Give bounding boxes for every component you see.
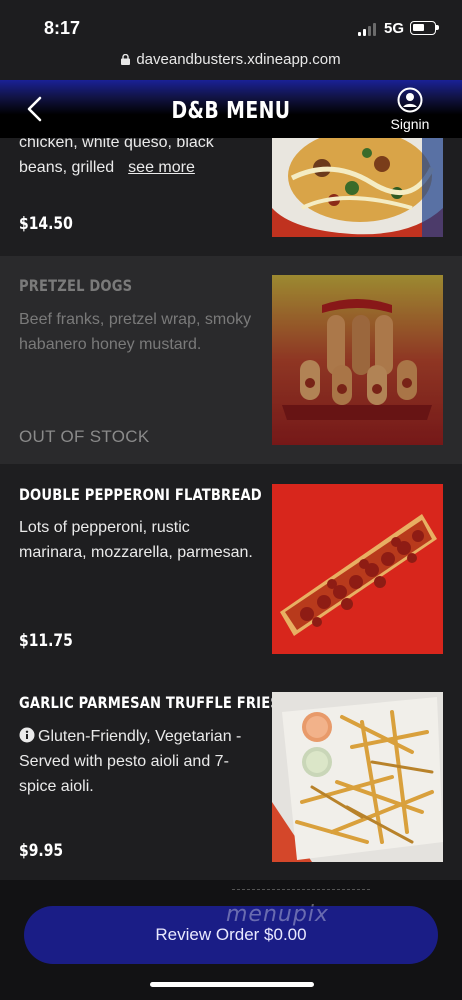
divider <box>232 889 370 890</box>
menu-item-pretzel-dogs[interactable]: PRETZEL DOGS Beef franks, pretzel wrap, … <box>0 256 462 464</box>
item-description: chicken, white queso, black beans, grill… <box>19 138 214 176</box>
menu-item-nachos[interactable]: chicken, white queso, black beans, grill… <box>0 138 462 256</box>
item-description: Beef franks, pretzel wrap, smoky habaner… <box>19 311 252 353</box>
battery-icon <box>410 21 439 35</box>
item-description: Gluten-Friendly, Vegetarian - Served wit… <box>19 726 242 795</box>
nachos-photo <box>272 138 443 237</box>
url-text: daveandbusters.xdineapp.com <box>136 51 341 68</box>
signin-button[interactable]: Signin <box>386 87 434 135</box>
page-title: D&B MENU <box>171 98 291 124</box>
status-time: 8:17 <box>44 18 81 38</box>
menu-item-pepperoni-flatbread[interactable]: DOUBLE PEPPERONI FLATBREAD Lots of peppe… <box>0 464 462 674</box>
item-name: PRETZEL DOGS <box>19 276 133 295</box>
status-bar: 8:17 5G <box>0 0 462 44</box>
see-more-link[interactable]: see more <box>128 159 195 176</box>
item-name: GARLIC PARMESAN TRUFFLE FRIES <box>19 693 280 712</box>
signin-label: Signin <box>390 116 430 132</box>
network-type: 5G <box>384 20 405 37</box>
watermark-logo: menupix <box>226 902 329 927</box>
lock-icon <box>121 54 131 65</box>
item-description: Lots of pepperoni, rustic marinara, mozz… <box>19 519 253 561</box>
info-icon <box>19 726 35 743</box>
signal-icon <box>358 22 378 36</box>
user-icon <box>397 87 423 113</box>
pepperoni-flatbread-photo <box>272 484 443 654</box>
item-price: $14.50 <box>19 214 73 234</box>
app-header: D&B MENU Signin <box>0 80 462 138</box>
truffle-fries-photo <box>272 692 443 862</box>
menu-list[interactable]: chicken, white queso, black beans, grill… <box>0 138 462 880</box>
menu-item-truffle-fries[interactable]: GARLIC PARMESAN TRUFFLE FRIES Gluten-Fri… <box>0 674 462 880</box>
url-bar[interactable]: daveandbusters.xdineapp.com <box>0 44 462 80</box>
home-indicator[interactable] <box>150 982 314 987</box>
item-price: $11.75 <box>19 631 73 651</box>
item-name: DOUBLE PEPPERONI FLATBREAD <box>19 485 262 504</box>
pretzel-dogs-photo <box>272 275 443 445</box>
out-of-stock-label: OUT OF STOCK <box>19 427 150 446</box>
item-price: $9.95 <box>19 841 64 861</box>
